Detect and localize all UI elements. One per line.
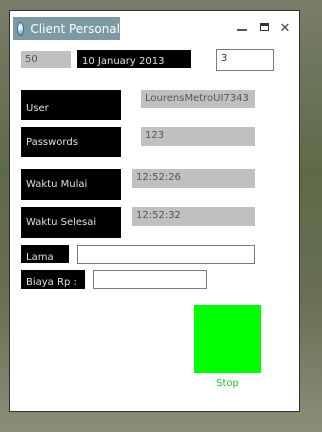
user-value: LourensMetroUI7343	[141, 90, 255, 108]
passwords-value: 123	[141, 127, 255, 146]
maximize-button[interactable]	[256, 22, 272, 36]
passwords-label: Passwords	[21, 127, 121, 157]
lama-label: Lama	[21, 245, 69, 263]
minimize-button[interactable]	[234, 22, 250, 36]
close-icon: ✕	[279, 21, 291, 36]
minimize-icon	[237, 29, 247, 31]
stop-label[interactable]: Stop	[194, 378, 261, 392]
close-button[interactable]: ✕	[277, 22, 293, 36]
date-label: 10 January 2013	[77, 50, 191, 68]
client-window: Client Personal ✕ 50 10 January 2013 3 U…	[9, 10, 300, 412]
user-label: User	[21, 90, 121, 120]
waktu-mulai-label: Waktu Mulai	[21, 169, 121, 200]
waktu-mulai-value: 12:52:26	[132, 169, 255, 188]
maximize-icon	[259, 23, 269, 31]
waktu-selesai-label: Waktu Selesai	[21, 207, 121, 238]
waktu-selesai-value: 12:52:32	[132, 207, 255, 226]
biaya-field[interactable]	[93, 270, 207, 289]
title-tab: Client Personal	[13, 17, 120, 40]
count-display: 50	[21, 51, 71, 68]
app-globe-icon	[17, 21, 25, 36]
stop-button[interactable]	[194, 305, 261, 373]
biaya-label: Biaya Rp :	[21, 270, 85, 289]
window-title: Client Personal	[30, 21, 120, 36]
lama-field[interactable]	[77, 245, 255, 264]
number-field[interactable]: 3	[216, 49, 274, 71]
